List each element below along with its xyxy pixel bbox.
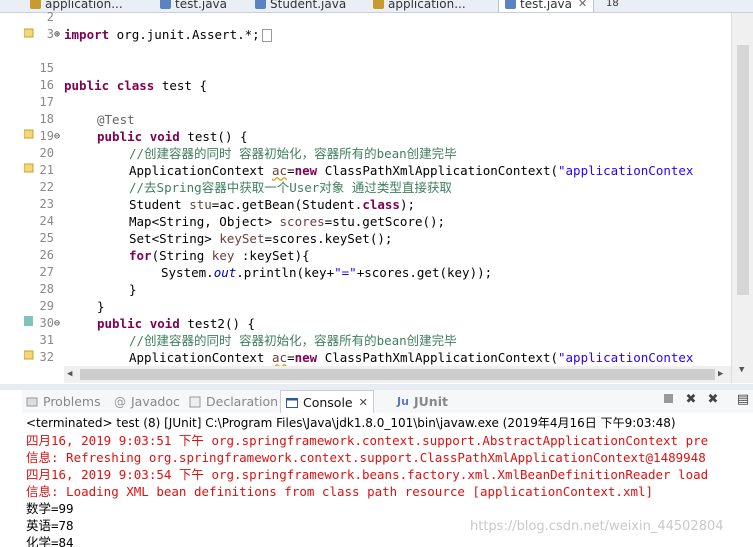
editor-tab-overflow-count[interactable]: 18: [606, 0, 619, 12]
tab-problems[interactable]: Problems: [26, 390, 101, 413]
remove-launch-icon[interactable]: ✖: [684, 393, 698, 407]
console-line: 化学=84: [26, 535, 74, 547]
scroll-left-arrow-icon[interactable]: ◀: [67, 369, 72, 379]
declaration-icon: [189, 396, 201, 407]
scroll-down-arrow-icon[interactable]: ▼: [739, 365, 744, 375]
console-line: 四月16, 2019 9:03:51 下午 org.springframewor…: [26, 433, 709, 448]
console-line: 信息: Refreshing org.springframework.conte…: [26, 450, 706, 465]
editor-tab-application-xml-2[interactable]: application...: [373, 0, 466, 12]
editor-gutter: [0, 13, 22, 383]
console-header: <terminated> test (8) [JUnit] C:\Program…: [26, 416, 676, 430]
close-console-icon[interactable]: ✕: [359, 396, 368, 409]
tab-console[interactable]: Console ✕: [280, 390, 374, 414]
java-file-icon: [160, 0, 171, 9]
javadoc-icon: @: [114, 394, 126, 409]
console-line: 英语=78: [26, 518, 74, 533]
tab-junit[interactable]: Ju JUnit: [397, 390, 448, 413]
xml-file-icon: [30, 0, 41, 9]
editor-tab-test-java-1[interactable]: test.java: [160, 0, 227, 12]
view-tab-bar: Problems @ Javadoc Declaration Console ✕ J…: [22, 390, 753, 414]
fold-toggle-icon[interactable]: ⊖: [54, 128, 60, 145]
editor-tab-test-java-active[interactable]: test.java ✕: [498, 0, 595, 12]
terminate-icon[interactable]: [661, 393, 675, 407]
junit-icon: Ju: [397, 394, 409, 408]
tab-declaration[interactable]: Declaration: [189, 390, 278, 413]
clear-console-icon[interactable]: ▤: [736, 393, 750, 407]
editor-vertical-scrollbar[interactable]: ▼: [731, 13, 753, 383]
console-line: 信息: Loading XML bean definitions from cl…: [26, 484, 654, 499]
console-icon: [286, 397, 298, 408]
problems-icon: [26, 397, 38, 406]
watermark: https://blog.csdn.net/weixin_44502804: [470, 519, 724, 534]
java-file-icon: [505, 0, 516, 9]
fold-toggle-icon[interactable]: ⊖: [54, 315, 60, 332]
xml-file-icon: [373, 0, 384, 9]
fold-toggle-icon[interactable]: ⊕: [54, 26, 60, 43]
editor-tab-bar: application... test.java Student.java ap…: [0, 0, 753, 13]
editor-horizontal-scrollbar[interactable]: ◀ ▶: [64, 366, 731, 383]
vertical-scroll-thumb[interactable]: [737, 45, 749, 295]
java-file-icon: [255, 0, 266, 9]
scroll-right-arrow-icon[interactable]: ▶: [718, 369, 723, 379]
close-tab-icon[interactable]: ✕: [578, 0, 587, 10]
console-line: 四月16, 2019 9:03:54 下午 org.springframewor…: [26, 467, 709, 482]
tab-javadoc[interactable]: @ Javadoc: [114, 390, 180, 413]
horizontal-scroll-thumb[interactable]: [80, 369, 715, 380]
editor-tab-student-java[interactable]: Student.java: [255, 0, 346, 12]
remove-all-terminated-icon[interactable]: ✖: [706, 393, 720, 407]
console-line: 数学=99: [26, 501, 74, 516]
folded-block-icon[interactable]: [261, 29, 272, 42]
